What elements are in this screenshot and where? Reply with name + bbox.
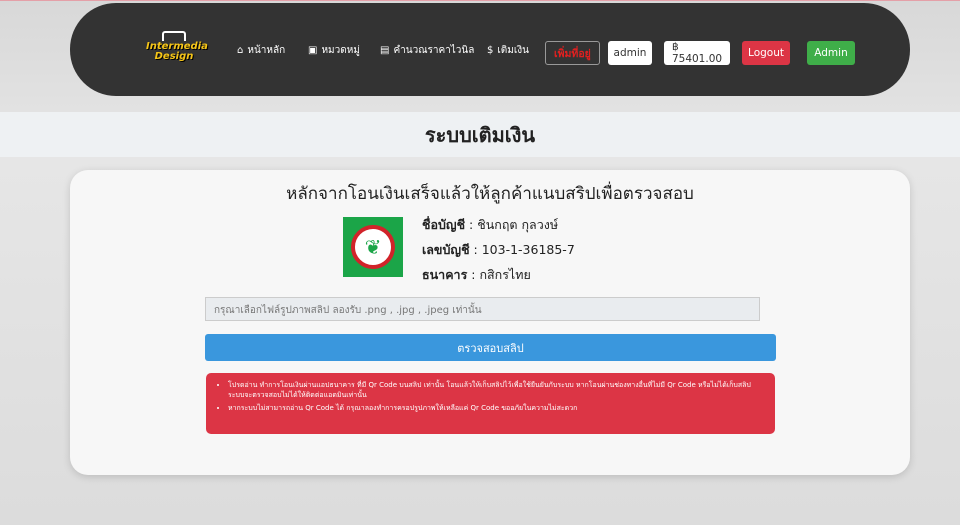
nav-calc-label: คำนวณราคาไวนิล (393, 45, 475, 56)
account-number: เลขบัญชี : 103-1-36185-7 (422, 240, 575, 260)
account-number-value: : 103-1-36185-7 (469, 242, 575, 257)
account-number-label: เลขบัญชี (422, 242, 470, 257)
add-address-button[interactable]: เพิ่มที่อยู่ (545, 41, 600, 65)
nav-topup[interactable]: $ เติมเงิน (487, 43, 529, 58)
topup-card: หลักจากโอนเงินเสร็จแล้วให้ลูกค้าแนบสริปเ… (70, 170, 910, 475)
bank-value: : กสิกรไทย (467, 267, 531, 282)
nav-home[interactable]: ⌂ หน้าหลัก (237, 43, 285, 58)
logout-button[interactable]: Logout (742, 41, 790, 65)
admin-button[interactable]: Admin (807, 41, 855, 65)
notice-item: หากระบบไม่สามารถอ่าน Qr Code ได้ กรุณาลอ… (228, 403, 765, 413)
account-name-value: : ชินกฤต กุลวงษ์ (465, 217, 559, 232)
kasikorn-logo: ❦ (343, 217, 403, 277)
nav-category[interactable]: ▣ หมวดหมู่ (308, 43, 360, 58)
account-name: ชื่อบัญชี : ชินกฤต กุลวงษ์ (422, 215, 558, 235)
slip-file-input[interactable]: กรุณาเลือกไฟล์รูปภาพสลิป ลองรับ .png , .… (205, 297, 760, 321)
check-slip-button[interactable]: ตรวจสอบสลิป (205, 334, 776, 361)
balance-button[interactable]: ฿ 75401.00 (664, 41, 730, 65)
logo-text: Intermedia Design (146, 41, 208, 62)
notice-alert: โปรดอ่าน ทำการโอนเงินผ่านแอปธนาคาร ที่มี… (206, 373, 775, 434)
account-name-label: ชื่อบัญชี (422, 217, 466, 232)
navbar: Intermedia Design ⌂ หน้าหลัก ▣ หมวดหมู่ ▤ ค… (70, 3, 910, 96)
dollar-icon: $ (487, 45, 494, 56)
document-icon: ▤ (380, 45, 390, 56)
nav-category-label: หมวดหมู่ (321, 45, 360, 56)
notice-item: โปรดอ่าน ทำการโอนเงินผ่านแอปธนาคาร ที่มี… (228, 380, 765, 400)
logo[interactable]: Intermedia Design (146, 31, 208, 62)
page-title: ระบบเติมเงิน (0, 112, 960, 157)
car-icon (162, 31, 186, 41)
bag-icon: ▣ (308, 45, 318, 56)
bank-name: ธนาคาร : กสิกรไทย (422, 265, 531, 285)
nav-calc[interactable]: ▤ คำนวณราคาไวนิล (380, 43, 474, 58)
nav-topup-label: เติมเงิน (497, 45, 530, 56)
nav-home-label: หน้าหลัก (247, 45, 286, 56)
instruction-heading: หลักจากโอนเงินเสร็จแล้วให้ลูกค้าแนบสริปเ… (286, 184, 694, 204)
user-button[interactable]: admin (608, 41, 652, 65)
leaf-icon: ❦ (351, 225, 395, 269)
home-icon: ⌂ (237, 45, 244, 56)
bank-label: ธนาคาร (422, 267, 468, 282)
